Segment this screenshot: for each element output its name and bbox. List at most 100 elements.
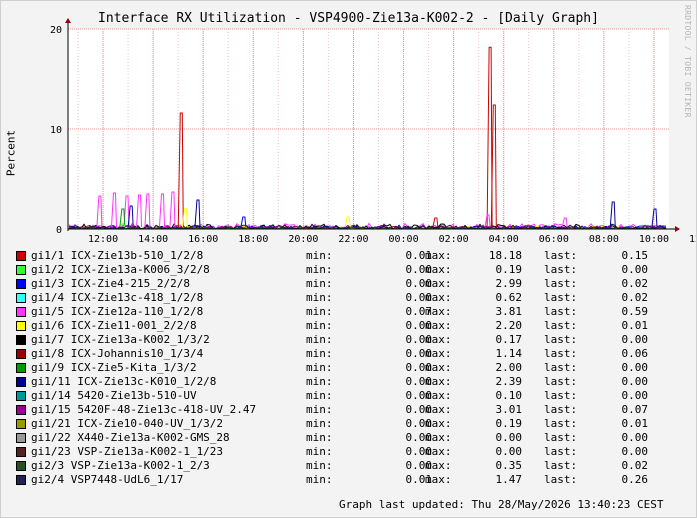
y-axis-arrow xyxy=(65,18,71,23)
x-tick-label: 12:00 xyxy=(689,234,696,245)
legend-min-label: min: xyxy=(306,291,333,304)
legend-min-value: 0.07 xyxy=(405,305,433,318)
legend-last-label: last: xyxy=(544,375,578,388)
legend-min-value: 0.00 xyxy=(405,361,433,374)
legend-min-value: 0.00 xyxy=(405,375,433,388)
x-tick-label: 06:00 xyxy=(539,234,569,245)
legend-series-name: gi2/4 VSP7448-UdL6_1/17 xyxy=(31,473,184,486)
legend-swatch xyxy=(16,279,26,289)
legend-min-value: 0.00 xyxy=(405,445,433,458)
legend-min-value: 0.00 xyxy=(405,347,433,360)
legend-last-value: 0.01 xyxy=(621,417,649,430)
legend-series-name: gi1/15 5420F-48-Zie13c-418-UV_2.47 xyxy=(31,403,257,416)
legend-series-name: gi1/11 ICX-Zie13c-K010_1/2/8 xyxy=(31,375,217,388)
legend-last-value: 0.00 xyxy=(621,333,649,346)
legend-max-label: max: xyxy=(425,375,452,388)
legend-max-label: max: xyxy=(425,333,452,346)
legend-max-label: max: xyxy=(425,291,452,304)
legend-row: gi1/4 ICX-Zie13c-418_1/2/8 min: 0.00 max: 0.… xyxy=(16,291,686,305)
legend-last-label: last: xyxy=(544,249,578,262)
legend-min-label: min: xyxy=(306,389,333,402)
legend-last-value: 0.00 xyxy=(621,263,649,276)
legend-swatch xyxy=(16,405,26,415)
legend-max-value: 0.00 xyxy=(495,431,523,444)
legend-min-value: 0.01 xyxy=(405,473,433,486)
legend-min-value: 0.00 xyxy=(405,263,433,276)
legend-last-value: 0.01 xyxy=(621,319,649,332)
legend-series-name: gi1/22 X440-Zie13a-K002-GMS_28 xyxy=(31,431,230,444)
legend-max-label: max: xyxy=(425,347,452,360)
legend-row: gi2/4 VSP7448-UdL6_1/17 min: 0.01 max: 1.47 l… xyxy=(16,473,686,487)
x-tick-label: 12:00 xyxy=(88,234,118,245)
legend-max-label: max: xyxy=(425,249,452,262)
legend-row: gi1/7 ICX-Zie13a-K002_1/3/2 min: 0.00 max: 0… xyxy=(16,333,686,347)
legend: gi1/1 ICX-Zie13b-510_1/2/8 min: 0.01 max: 18… xyxy=(16,249,686,487)
legend-max-label: max: xyxy=(425,319,452,332)
legend-max-label: max: xyxy=(425,361,452,374)
x-tick-label: 20:00 xyxy=(288,234,318,245)
legend-row: gi1/2 ICX-Zie13a-K006_3/2/8 min: 0.00 max: 0… xyxy=(16,263,686,277)
legend-last-value: 0.15 xyxy=(621,249,649,262)
legend-series-name: gi1/14 5420-Zie13b-510-UV xyxy=(31,389,197,402)
y-tick-label: 10 xyxy=(50,125,62,136)
legend-series-name: gi1/4 ICX-Zie13c-418_1/2/8 xyxy=(31,291,204,304)
x-tick-label: 14:00 xyxy=(138,234,168,245)
legend-last-label: last: xyxy=(544,459,578,472)
legend-swatch xyxy=(16,363,26,373)
legend-max-value: 0.35 xyxy=(495,459,523,472)
legend-last-label: last: xyxy=(544,431,578,444)
legend-swatch xyxy=(16,377,26,387)
legend-row: gi1/3 ICX-Zie4-215_2/2/8 min: 0.00 max: 2.99… xyxy=(16,277,686,291)
legend-swatch xyxy=(16,265,26,275)
legend-max-label: max: xyxy=(425,403,452,416)
legend-swatch xyxy=(16,321,26,331)
graph-frame: Interface RX Utilization - VSP4900-Zie13… xyxy=(0,0,697,518)
x-axis-arrow xyxy=(675,226,680,232)
legend-min-value: 0.00 xyxy=(405,389,433,402)
legend-min-value: 0.01 xyxy=(405,249,433,262)
legend-swatch xyxy=(16,433,26,443)
legend-last-label: last: xyxy=(544,305,578,318)
legend-min-label: min: xyxy=(306,459,333,472)
legend-max-value: 2.99 xyxy=(495,277,523,290)
legend-series-name: gi2/3 VSP-Zie13a-K002-1_2/3 xyxy=(31,459,210,472)
legend-max-value: 2.20 xyxy=(495,319,523,332)
legend-row: gi1/23 VSP-Zie13a-K002-1_1/23 min: 0.00 max… xyxy=(16,445,686,459)
plot-area: 12:00 14:00 16:00 18:00 20:00 22:00 00:00 02:00… xyxy=(50,18,696,245)
legend-row: gi1/11 ICX-Zie13c-K010_1/2/8 min: 0.00 max:… xyxy=(16,375,686,389)
legend-series-name: gi1/7 ICX-Zie13a-K002_1/3/2 xyxy=(31,333,210,346)
legend-max-label: max: xyxy=(425,473,452,486)
legend-last-value: 0.00 xyxy=(621,361,649,374)
legend-row: gi1/14 5420-Zie13b-510-UV min: 0.00 max: 0.1… xyxy=(16,389,686,403)
legend-min-label: min: xyxy=(306,319,333,332)
legend-last-label: last: xyxy=(544,319,578,332)
grid xyxy=(68,28,669,229)
legend-min-label: min: xyxy=(306,431,333,444)
legend-max-value: 0.17 xyxy=(495,333,523,346)
legend-min-value: 0.00 xyxy=(405,403,433,416)
legend-last-value: 0.59 xyxy=(621,305,649,318)
legend-row: gi1/1 ICX-Zie13b-510_1/2/8 min: 0.01 max: 18… xyxy=(16,249,686,263)
legend-last-value: 0.07 xyxy=(621,403,649,416)
x-tick-label: 10:00 xyxy=(639,234,669,245)
legend-row: gi1/9 ICX-Zie5-Kita_1/3/2 min: 0.00 max: 2.0… xyxy=(16,361,686,375)
legend-max-value: 2.00 xyxy=(495,361,523,374)
legend-max-value: 3.01 xyxy=(495,403,523,416)
y-tick-label: 20 xyxy=(50,25,62,36)
legend-max-label: max: xyxy=(425,263,452,276)
legend-row: gi1/15 5420F-48-Zie13c-418-UV_2.47 min: 0.… xyxy=(16,403,686,417)
legend-max-value: 0.10 xyxy=(495,389,523,402)
x-tick-label: 00:00 xyxy=(389,234,419,245)
legend-min-label: min: xyxy=(306,375,333,388)
legend-last-value: 0.06 xyxy=(621,347,649,360)
legend-series-name: gi1/23 VSP-Zie13a-K002-1_1/23 xyxy=(31,445,224,458)
legend-max-value: 18.18 xyxy=(488,249,522,262)
legend-max-label: max: xyxy=(425,277,452,290)
legend-last-value: 0.02 xyxy=(621,291,649,304)
legend-last-value: 0.26 xyxy=(621,473,649,486)
x-tick-label: 02:00 xyxy=(439,234,469,245)
legend-max-label: max: xyxy=(425,431,452,444)
legend-max-value: 0.19 xyxy=(495,263,523,276)
legend-min-value: 0.00 xyxy=(405,277,433,290)
legend-series-name: gi1/9 ICX-Zie5-Kita_1/3/2 xyxy=(31,361,197,374)
